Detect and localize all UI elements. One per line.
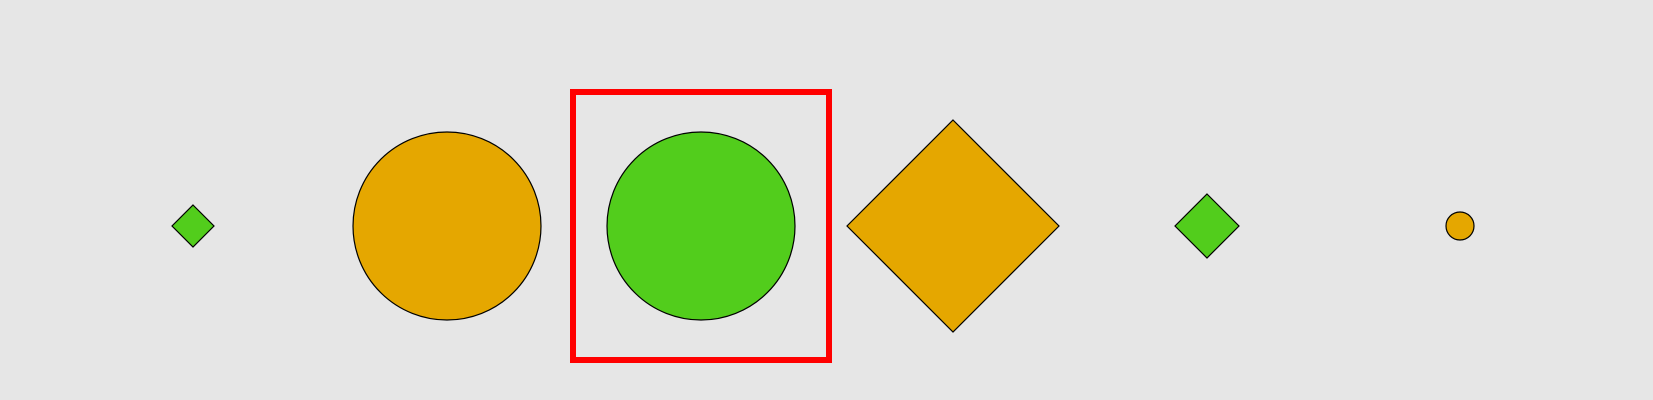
- green-circle-large: [606, 131, 796, 321]
- orange-circle-large: [352, 131, 542, 321]
- green-diamond-medium: [1174, 193, 1240, 259]
- green-diamond-small: [171, 204, 215, 248]
- orange-diamond-large: [846, 119, 1060, 333]
- orange-circle-small: [1445, 211, 1475, 241]
- shape-stage: [171, 89, 1475, 363]
- shape-canvas: [0, 0, 1653, 400]
